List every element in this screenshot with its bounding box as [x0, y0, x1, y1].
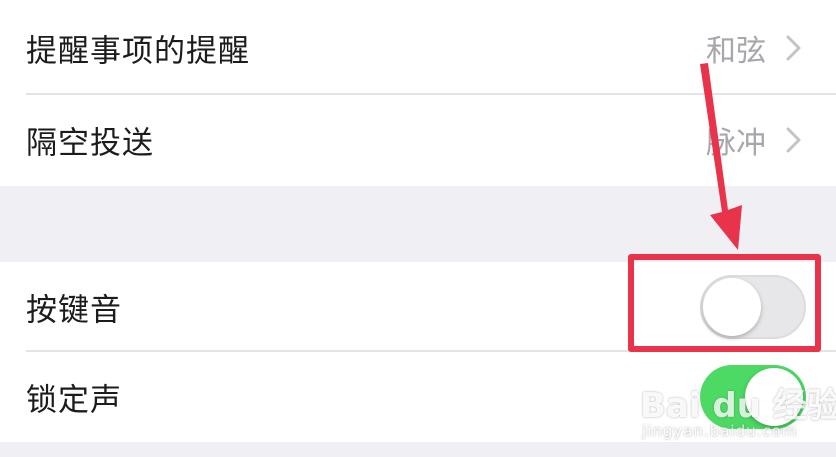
row-label: 按键音 [26, 292, 122, 329]
annotation-arrow-icon [700, 63, 742, 250]
row-label: 锁定声 [26, 382, 122, 419]
watermark-brand: Bai du 经验 [640, 386, 836, 426]
watermark-url: jingyan.baidu.com [642, 422, 798, 440]
chevron-right-icon [786, 127, 801, 153]
row-label: 隔空投送 [26, 125, 154, 162]
baidu-watermark: Bai du 经验 jingyan.baidu.com [640, 378, 836, 448]
chevron-right-icon [786, 35, 801, 61]
row-label: 提醒事项的提醒 [26, 33, 250, 70]
annotation-highlight-box [628, 254, 821, 352]
